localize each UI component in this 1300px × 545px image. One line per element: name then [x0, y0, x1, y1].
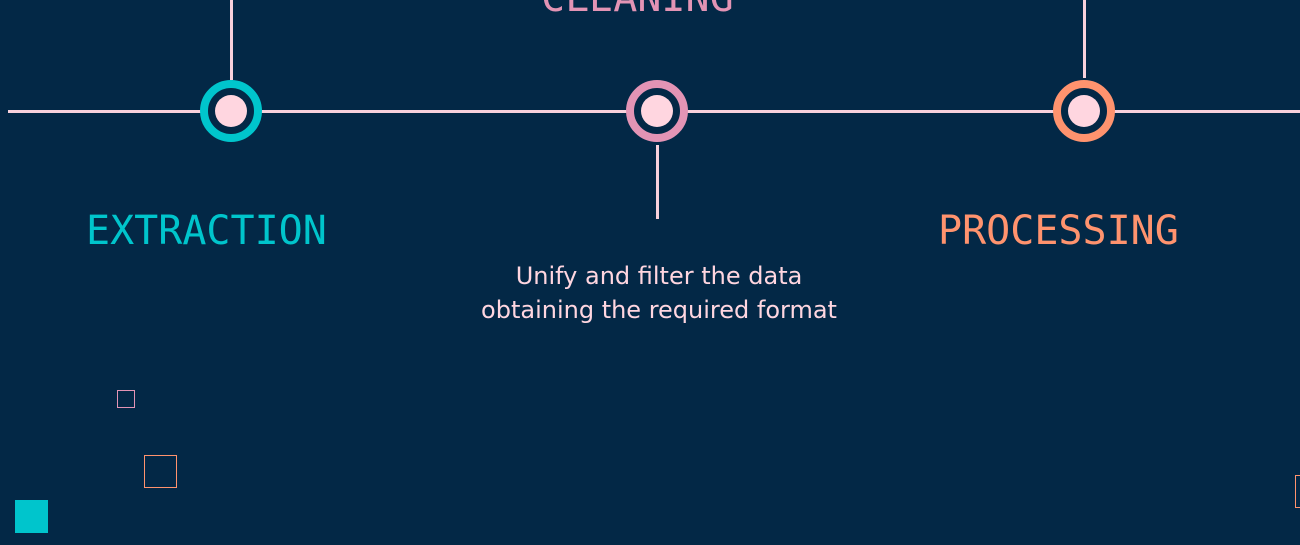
edge-orange-square-outline — [1295, 475, 1300, 508]
cleaning-node — [626, 80, 688, 142]
cleaning-node-dot — [641, 95, 673, 127]
cleaning-connector — [656, 145, 659, 219]
cleaning-title: CLEANING — [541, 0, 734, 18]
extraction-title: EXTRACTION — [86, 208, 327, 254]
extraction-node — [200, 80, 262, 142]
orange-square-outline — [144, 455, 177, 488]
small-pink-square-outline — [117, 390, 135, 408]
processing-title: PROCESSING — [938, 208, 1179, 254]
processing-node — [1053, 80, 1115, 142]
timeline-slide: EXTRACTION CLEANING PROCESSING Unify and… — [0, 0, 1300, 545]
teal-square-filled — [15, 500, 48, 533]
extraction-connector — [230, 0, 233, 80]
extraction-node-dot — [215, 95, 247, 127]
processing-connector — [1083, 0, 1086, 78]
processing-node-dot — [1068, 95, 1100, 127]
cleaning-description: Unify and filter the data obtaining the … — [481, 262, 837, 324]
